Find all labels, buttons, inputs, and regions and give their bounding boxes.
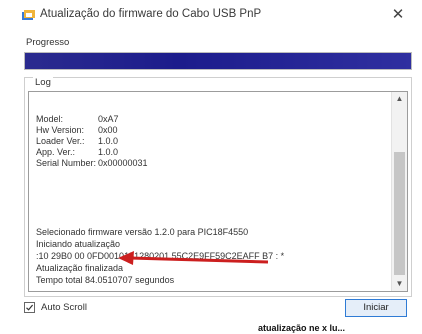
device-info-row: Hw Version: 0x00 bbox=[36, 125, 148, 136]
progress-label: Progresso bbox=[26, 37, 70, 48]
device-info-key: Model: bbox=[36, 114, 64, 124]
device-info: Model: 0xA7 Hw Version: 0x00 Loader Ver.: 1.0… bbox=[36, 114, 148, 169]
device-info-value: 0xA7 bbox=[98, 114, 119, 124]
log-line: :10 29B0 00 0FD0010151280201 55C2E9FF59C… bbox=[36, 251, 285, 261]
background-window-fragment: atualização ne x lu... bbox=[258, 322, 422, 334]
autoscroll-checkbox[interactable]: Auto Scroll bbox=[24, 302, 87, 313]
device-info-value: 1.0.0 bbox=[98, 147, 119, 157]
device-info-row: Loader Ver.: 1.0.0 bbox=[36, 136, 148, 147]
progress-bar-fill bbox=[25, 53, 411, 69]
progress-bar bbox=[24, 52, 412, 70]
close-button[interactable]: ✕ bbox=[388, 5, 408, 25]
screenshot: Atualização do firmware do Cabo USB PnP … bbox=[0, 0, 422, 334]
log-line: Selecionado firmware versão 1.2.0 para P… bbox=[36, 227, 249, 237]
scroll-up-icon[interactable]: ▲ bbox=[392, 92, 407, 106]
start-button[interactable]: Iniciar bbox=[345, 299, 407, 317]
window-title: Atualização do firmware do Cabo USB PnP bbox=[40, 8, 262, 20]
device-info-row: Serial Number: 0x00000031 bbox=[36, 158, 148, 169]
device-info-key: Hw Version: bbox=[36, 125, 85, 135]
log-line: Tempo total 84.0510707 segundos bbox=[36, 275, 175, 285]
log-line: Iniciando atualização bbox=[36, 239, 121, 249]
device-info-value: 0x00 bbox=[98, 125, 118, 135]
log-label: Log bbox=[33, 77, 53, 88]
log-lines: Selecionado firmware versão 1.2.0 para P… bbox=[36, 226, 284, 286]
device-info-row: Model: 0xA7 bbox=[36, 114, 148, 125]
title-bar: Atualização do firmware do Cabo USB PnP … bbox=[0, 0, 422, 30]
device-info-key: App. Ver.: bbox=[36, 147, 76, 157]
log-group: Log Model: 0xA7 Hw Version: 0x00 Loader Ver.… bbox=[24, 77, 412, 297]
log-textbox[interactable]: Model: 0xA7 Hw Version: 0x00 Loader Ver.: 1.0… bbox=[28, 91, 408, 292]
log-line: Atualização finalizada bbox=[36, 263, 124, 273]
device-info-value: 1.0.0 bbox=[98, 136, 119, 146]
device-info-key: Loader Ver.: bbox=[36, 136, 85, 146]
firmware-update-dialog: Atualização do firmware do Cabo USB PnP … bbox=[0, 0, 422, 322]
scroll-thumb[interactable] bbox=[394, 152, 405, 275]
app-icon bbox=[22, 9, 36, 21]
scroll-down-icon[interactable]: ▼ bbox=[392, 277, 407, 291]
device-info-key: Serial Number: bbox=[36, 158, 97, 168]
autoscroll-label: Auto Scroll bbox=[41, 302, 87, 313]
device-info-value: 0x00000031 bbox=[98, 158, 148, 168]
device-info-row: App. Ver.: 1.0.0 bbox=[36, 147, 148, 158]
checkbox-check-icon[interactable] bbox=[24, 302, 35, 313]
log-scrollbar[interactable]: ▲ ▼ bbox=[391, 92, 407, 291]
